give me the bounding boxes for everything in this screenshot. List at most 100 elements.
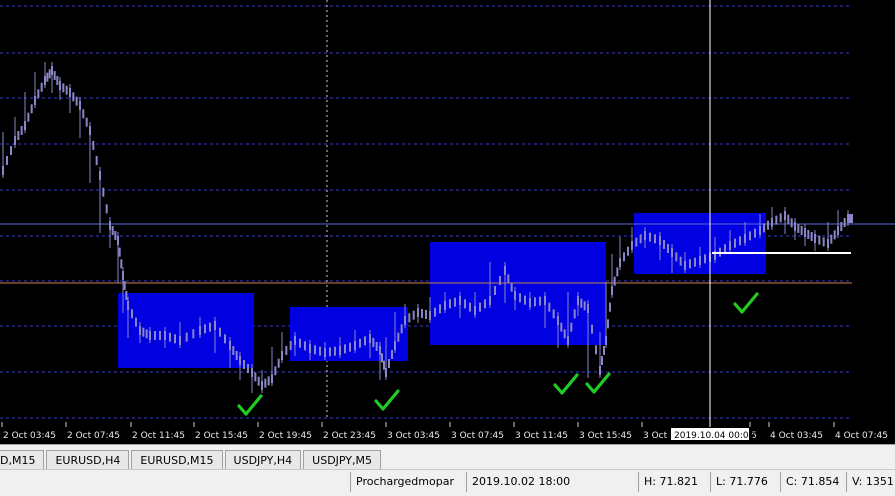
candle-body: [749, 231, 751, 241]
candle-body: [429, 311, 431, 320]
candle-body: [44, 76, 46, 85]
candle-body: [767, 220, 769, 230]
time-axis-label: 3 Oct 03:45: [387, 431, 440, 441]
candle-body: [548, 302, 551, 312]
price-chart[interactable]: 2 Oct 03:45 2 Oct 07:45 2 Oct 11:45 2 Oct 1…: [0, 0, 895, 444]
candle-body: [421, 309, 423, 318]
candle-body: [264, 378, 267, 388]
candle-body: [425, 310, 427, 319]
status-high: H: 71.821: [638, 472, 710, 492]
candle-body: [654, 234, 656, 244]
time-axis-label: 2 Oct 11:45: [132, 431, 185, 441]
tab-usdjpy-h4[interactable]: USDJPY,H4: [224, 450, 302, 469]
candle-body: [274, 366, 277, 376]
candle-body: [570, 322, 573, 332]
candle-body: [439, 304, 441, 314]
candle-body: [394, 341, 396, 350]
candle-body: [794, 222, 796, 231]
candle-body: [807, 230, 810, 239]
candle-body: [514, 291, 516, 300]
candle-body: [474, 306, 476, 315]
demand-zone[interactable]: [290, 307, 408, 361]
candle-body: [391, 350, 393, 359]
candle-body: [739, 236, 741, 246]
candle-body: [563, 329, 566, 339]
candle-body: [444, 301, 446, 310]
candle-body: [251, 368, 253, 377]
candle-body: [232, 346, 235, 355]
candle-body: [99, 171, 101, 180]
candle-body: [30, 104, 33, 114]
candle-body: [601, 356, 603, 365]
candle-body: [224, 334, 226, 344]
candle-body: [404, 316, 406, 325]
time-axis-label: 3 Oct 07:45: [451, 431, 504, 441]
time-axis-label: 2 Oct 15:45: [195, 431, 248, 441]
candle-body: [775, 215, 778, 225]
candle-body: [567, 336, 569, 345]
candle-body: [667, 244, 669, 253]
candle-body: [759, 226, 761, 235]
candle-body: [319, 346, 321, 356]
candle-body: [524, 295, 526, 305]
candle-body: [364, 336, 366, 346]
candle-body: [544, 296, 546, 305]
time-axis-label: 3 Oct 1: [643, 431, 676, 441]
candle-body: [257, 376, 260, 386]
candle-body: [744, 234, 746, 243]
candle-body: [734, 238, 736, 248]
check-icon: [553, 373, 579, 395]
candle-body: [329, 347, 331, 357]
candle-body: [694, 257, 696, 267]
candle-body: [494, 286, 496, 295]
candle-body: [369, 334, 371, 343]
demand-zone[interactable]: [430, 242, 606, 345]
candle-body: [199, 326, 201, 335]
candle-body: [17, 131, 20, 140]
candle-body: [847, 214, 849, 223]
candle-body: [679, 256, 682, 266]
candle-body: [179, 336, 181, 345]
candle-body: [591, 324, 593, 334]
candle-body: [449, 299, 451, 309]
candle-body: [611, 286, 613, 295]
chart-canvas[interactable]: 2 Oct 03:45 2 Oct 07:45 2 Oct 11:45 2 Oct 1…: [0, 0, 895, 444]
candle-body: [89, 126, 91, 135]
candle-body: [519, 293, 521, 303]
candle-body: [689, 259, 691, 269]
candle-body: [281, 351, 283, 360]
demand-zone[interactable]: [118, 293, 254, 368]
candle-body: [254, 372, 257, 382]
candle-body: [51, 66, 53, 75]
candle-body: [434, 307, 436, 317]
candle-body: [510, 282, 513, 292]
time-axis-label: 3 Oct 15:45: [579, 431, 632, 441]
tab-usdjpy-m5[interactable]: USDJPY,M5: [303, 450, 382, 469]
candle-body: [504, 266, 506, 275]
candle-body: [400, 324, 403, 334]
time-axis-label: 4 Oct 07:45: [835, 431, 888, 441]
candle-body: [724, 244, 726, 254]
candle-body: [644, 231, 646, 240]
candle-body: [309, 344, 311, 353]
candle-body: [27, 112, 30, 122]
candle-body: [607, 319, 609, 329]
tab-d-m15[interactable]: D,M15: [0, 450, 45, 469]
candle-body: [324, 348, 326, 357]
candle-body: [605, 336, 607, 345]
candle-body: [557, 316, 559, 325]
candle-body: [46, 72, 49, 82]
tab-eurusd-m15[interactable]: EURUSD,M15: [131, 450, 223, 469]
candle-body: [797, 224, 800, 233]
candle-body: [631, 241, 633, 250]
candle-body: [580, 298, 583, 308]
candle-body: [771, 218, 773, 227]
candle-body: [154, 331, 156, 340]
candle-body: [164, 331, 166, 340]
status-profile: Prochargedmopar: [350, 472, 466, 492]
tab-eurusd-h4[interactable]: EURUSD,H4: [46, 450, 130, 469]
candle-body: [117, 236, 119, 245]
candle-body: [40, 82, 43, 92]
candle-body: [388, 359, 390, 368]
candle-body: [239, 356, 241, 365]
